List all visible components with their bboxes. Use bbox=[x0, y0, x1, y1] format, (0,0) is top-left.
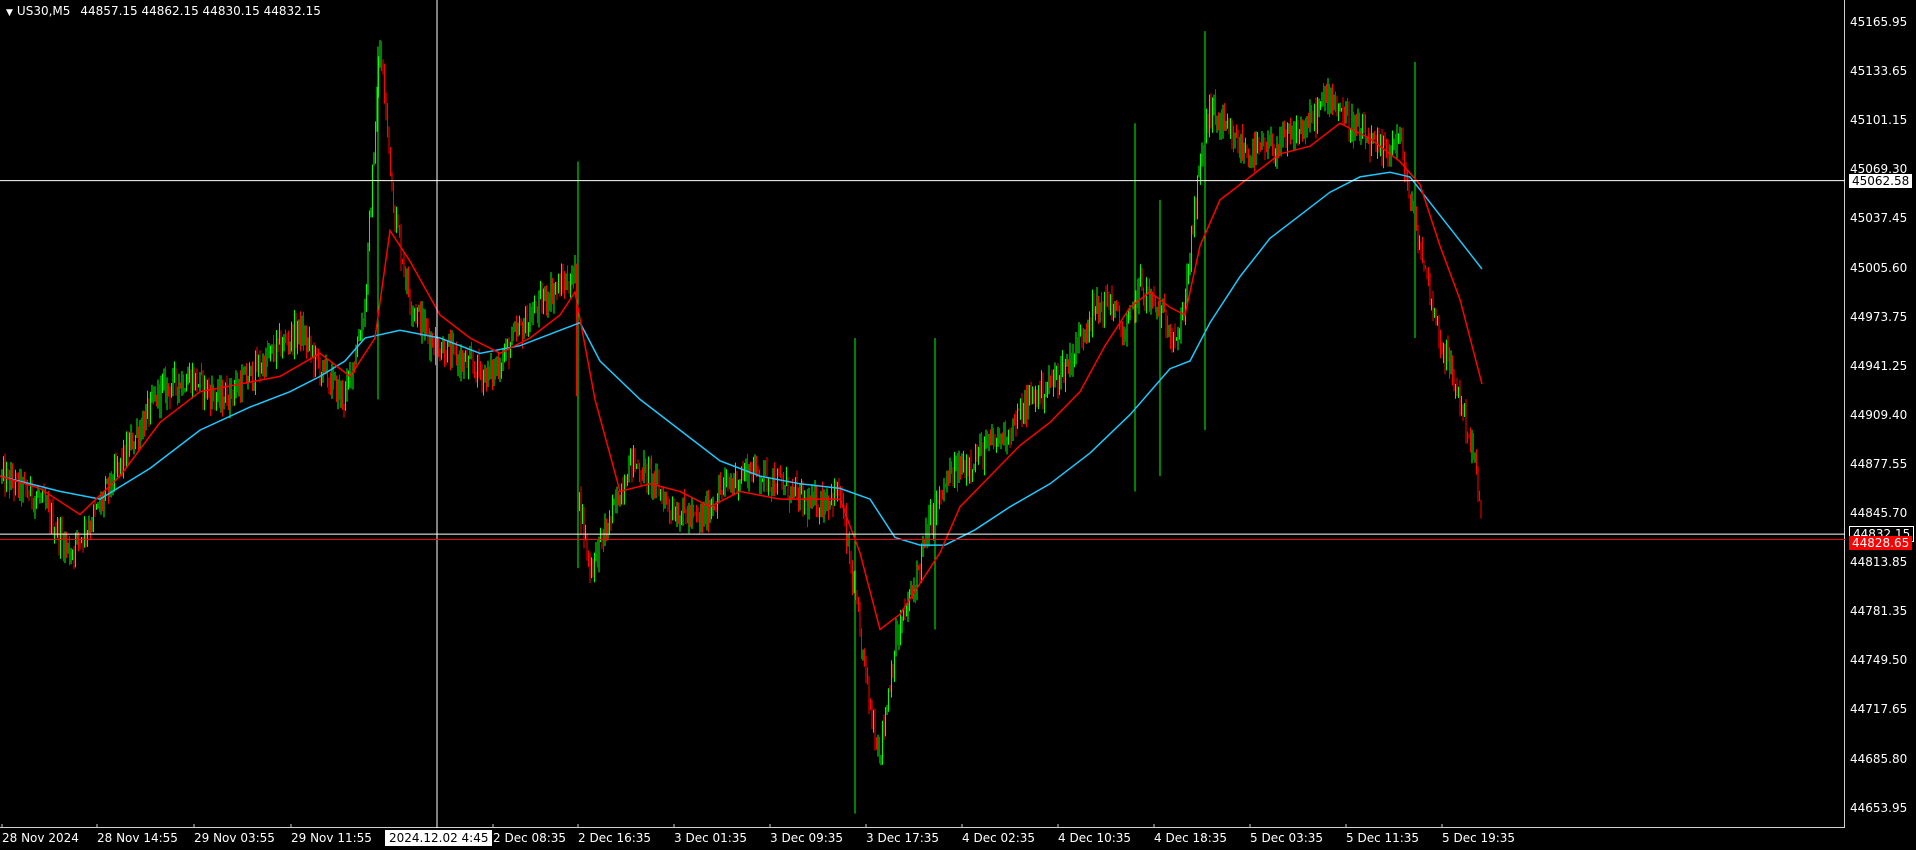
time-axis-label: 3 Dec 09:35 bbox=[770, 831, 844, 845]
price-chart[interactable] bbox=[0, 0, 1845, 828]
symbol-header: ▼ US30,M5 44857.15 44862.15 44830.15 44832… bbox=[6, 4, 321, 18]
time-axis-label: 5 Dec 19:35 bbox=[1442, 831, 1516, 845]
price-axis-label: 44973.75 bbox=[1850, 309, 1908, 324]
time-axis-label: 3 Dec 17:35 bbox=[866, 831, 940, 845]
time-axis-label: 2 Dec 16:35 bbox=[578, 831, 652, 845]
price-axis-label: 44653.95 bbox=[1850, 800, 1908, 815]
price-axis-label: 44813.85 bbox=[1850, 555, 1908, 570]
chart-area[interactable]: ▼ US30,M5 44857.15 44862.15 44830.15 44832… bbox=[0, 0, 1845, 828]
time-axis-label: 29 Nov 03:55 bbox=[194, 831, 275, 845]
time-axis-label: 2 Dec 08:35 bbox=[493, 831, 567, 845]
crosshair-time-tag: 2024.12.02 4:45 bbox=[385, 830, 493, 846]
time-axis-label: 29 Nov 11:55 bbox=[291, 831, 372, 845]
ma-slow-line bbox=[0, 171, 1483, 546]
time-axis-label: 5 Dec 11:35 bbox=[1346, 831, 1420, 845]
time-axis-label: 4 Dec 10:35 bbox=[1058, 831, 1132, 845]
price-axis-label: 44845.70 bbox=[1850, 506, 1908, 520]
price-axis-label: 44909.40 bbox=[1850, 407, 1908, 422]
price-axis-label: 45165.95 bbox=[1850, 15, 1908, 29]
time-axis-label: 28 Nov 2024 bbox=[2, 831, 79, 845]
time-axis-label: 28 Nov 14:55 bbox=[97, 831, 178, 845]
mt4-chart-window: ▼ US30,M5 44857.15 44862.15 44830.15 44832… bbox=[0, 0, 1916, 850]
price-axis-label: 45005.60 bbox=[1850, 260, 1908, 275]
price-axis-label: 45037.45 bbox=[1850, 211, 1908, 226]
symbol-name: US30,M5 bbox=[16, 4, 71, 18]
ma-fast-line bbox=[0, 122, 1483, 631]
time-axis-label: 5 Dec 03:35 bbox=[1250, 831, 1324, 845]
price-axis-label: 44941.25 bbox=[1850, 358, 1908, 373]
crosshair-price-tag: 45062.58 bbox=[1849, 173, 1913, 188]
time-axis-label: 3 Dec 01:35 bbox=[674, 831, 748, 845]
time-axis-label: 4 Dec 18:35 bbox=[1154, 831, 1228, 845]
time-axis-label: 4 Dec 02:35 bbox=[962, 831, 1036, 845]
price-axis-label: 44781.35 bbox=[1850, 604, 1908, 619]
price-axis-label: 44717.65 bbox=[1850, 702, 1908, 717]
triangle-down-icon[interactable]: ▼ bbox=[6, 8, 13, 18]
ask-price-tag: 44828.65 bbox=[1849, 535, 1913, 550]
price-axis-label: 45133.65 bbox=[1850, 64, 1908, 79]
candles-group bbox=[1, 31, 1482, 814]
ohlc-values: 44857.15 44862.15 44830.15 44832.15 bbox=[80, 4, 321, 18]
price-axis-label: 45101.15 bbox=[1850, 113, 1908, 128]
price-axis-label: 44685.80 bbox=[1850, 751, 1908, 766]
price-axis-label: 44749.50 bbox=[1850, 653, 1908, 668]
price-axis-label: 44877.55 bbox=[1850, 456, 1908, 471]
